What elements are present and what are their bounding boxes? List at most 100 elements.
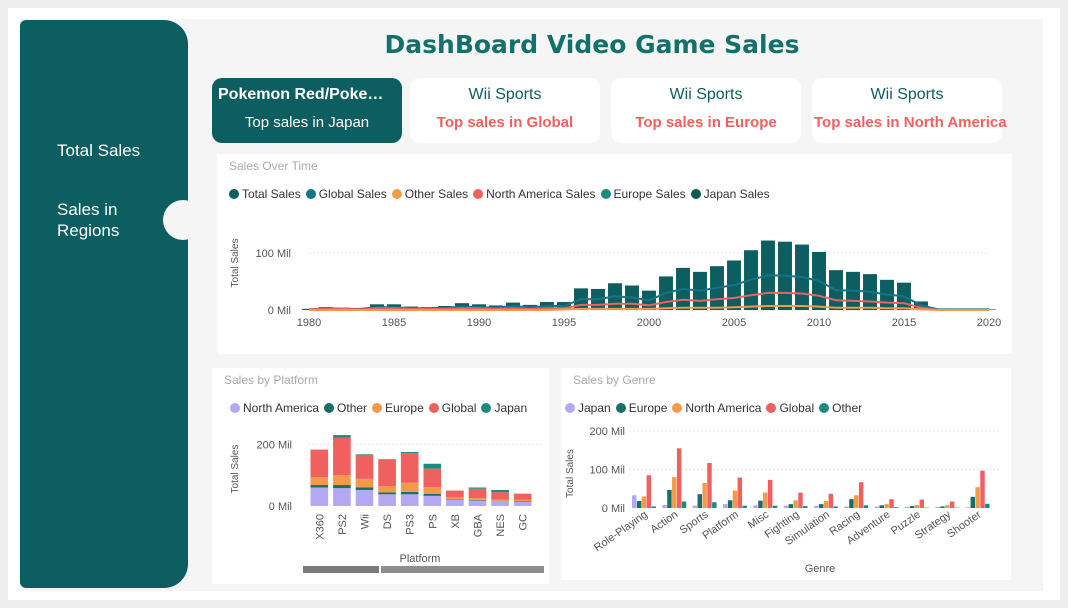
- bar: [742, 505, 747, 508]
- bar: [662, 504, 667, 508]
- y-tick-label: 0 Mil: [602, 503, 625, 515]
- bar-segment: [468, 499, 487, 501]
- bar: [849, 499, 854, 508]
- bar-segment: [378, 494, 396, 506]
- bar-segment: [333, 488, 351, 506]
- y-axis-label: Total Sales: [565, 449, 576, 498]
- x-tick-label: 2010: [807, 317, 831, 329]
- bar-segment: [423, 487, 442, 494]
- y-tick-label: 200 Mil: [257, 439, 292, 451]
- bar: [697, 494, 703, 508]
- x-tick-label: 1985: [382, 317, 406, 329]
- scrollbar-left[interactable]: [303, 566, 379, 573]
- bar: [636, 501, 642, 508]
- x-tick-label: 2000: [637, 317, 661, 329]
- bar: [803, 506, 808, 508]
- bar-segment: [446, 499, 464, 506]
- sales-by-platform-chart[interactable]: Sales by Platform North America Other Euro…: [212, 368, 549, 584]
- bar: [874, 506, 880, 508]
- bar-segment: [468, 497, 487, 500]
- y-tick-label: 100 Mil: [256, 248, 291, 260]
- bar-segment: [513, 493, 532, 500]
- bar: [727, 500, 733, 508]
- bar-segment: [355, 454, 374, 455]
- bar-segment: [355, 478, 374, 488]
- page-title: DashBoard Video Game Sales: [384, 30, 800, 59]
- bar: [965, 507, 971, 508]
- bar: [646, 475, 652, 508]
- bar-segment: [446, 490, 464, 498]
- y-tick-label: 0 Mil: [269, 501, 292, 513]
- bar: [753, 505, 758, 508]
- bar-segment: [310, 485, 329, 488]
- bar-segment: [355, 454, 374, 479]
- bar: [702, 482, 707, 508]
- x-tick-label: 2020: [977, 317, 1001, 329]
- x-tick-label: Role-Playing: [592, 509, 650, 555]
- y-tick-label: 200 Mil: [590, 426, 625, 438]
- x-tick-label: GC: [518, 514, 530, 531]
- card-europe-top-sales[interactable]: Wii Sports Top sales in Europe: [611, 78, 801, 143]
- bar-segment: [491, 489, 509, 493]
- bar-segment: [423, 495, 442, 506]
- scrollbar-thumb[interactable]: [381, 566, 544, 573]
- sidebar-item-sales-in-regions[interactable]: Sales in Regions: [57, 199, 167, 241]
- bar-segment: [333, 435, 351, 438]
- bar: [783, 505, 789, 508]
- sidebar-notch: [163, 200, 203, 240]
- bar-segment: [491, 501, 509, 506]
- card-game-name: Wii Sports: [870, 86, 944, 103]
- bar: [707, 462, 712, 508]
- bar: [980, 470, 985, 508]
- bar-segment: [400, 491, 419, 495]
- card-north-america-top-sales[interactable]: Wii Sports Top sales in North America: [812, 78, 1007, 143]
- bar: [723, 504, 728, 508]
- sidebar: [20, 20, 188, 588]
- bar: [879, 505, 885, 508]
- x-tick-label: XB: [450, 514, 462, 529]
- bar-segment: [333, 475, 351, 486]
- sales-by-genre-chart[interactable]: Sales by Genre Japan Europe North America G…: [561, 368, 1011, 580]
- bar: [985, 503, 990, 508]
- bar-segment: [333, 485, 351, 489]
- y-tick-label: 100 Mil: [590, 465, 625, 477]
- bar: [814, 506, 819, 508]
- bar: [767, 479, 773, 508]
- card-global-top-sales[interactable]: Wii Sports Top sales in Global: [410, 78, 600, 143]
- bar: [672, 477, 677, 508]
- bar-segment: [423, 493, 442, 496]
- card-game-name: Wii Sports: [468, 86, 542, 103]
- x-tick-label: Shooter: [945, 508, 984, 540]
- x-tick-label: PS: [427, 514, 439, 529]
- bar: [758, 500, 763, 508]
- x-tick-label: Wii: [360, 514, 372, 529]
- y-axis-label: Total Sales: [230, 239, 241, 288]
- sidebar-item-total-sales[interactable]: Total Sales: [57, 140, 140, 161]
- bar-segment: [513, 499, 532, 502]
- card-game-name: Wii Sports: [669, 86, 743, 103]
- bar-segment: [333, 437, 351, 476]
- bar: [905, 506, 910, 508]
- x-tick-label: 1990: [467, 317, 491, 329]
- x-tick-label: GBA: [473, 513, 485, 537]
- bar-segment: [310, 477, 329, 486]
- bar-segment: [446, 499, 464, 500]
- card-caption: Top sales in Japan: [244, 114, 370, 131]
- bar: [772, 505, 778, 508]
- bar: [919, 499, 925, 508]
- card-japan-top-sales[interactable]: Pokemon Red/Pokemon Blue Top sales in Ja…: [212, 78, 402, 143]
- bar-segment: [400, 482, 419, 492]
- bar: [823, 501, 829, 508]
- x-tick-label: 2005: [722, 317, 746, 329]
- bar-segment: [378, 459, 396, 487]
- bar: [833, 506, 838, 508]
- sales-over-time-chart[interactable]: Sales Over Time Total Sales Global Sales O…: [217, 154, 1012, 354]
- bar: [949, 501, 955, 508]
- bar-segment: [378, 492, 396, 495]
- bar: [914, 504, 920, 508]
- bar: [712, 502, 717, 508]
- bar: [798, 492, 803, 508]
- bar: [818, 504, 824, 508]
- card-caption: Top sales in North America: [814, 114, 1007, 131]
- bar: [863, 505, 869, 508]
